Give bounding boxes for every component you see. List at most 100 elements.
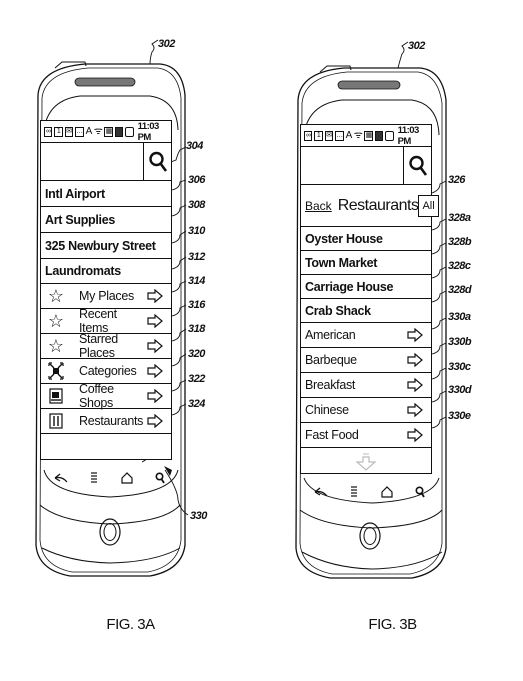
menu-item-recent-items[interactable]: ☆ Recent Items [41,307,171,335]
ref-label-326: 326 [448,174,465,186]
back-icon [54,473,67,483]
home-button[interactable] [378,483,396,501]
ref-label-330c: 330c [448,361,471,373]
back-button[interactable] [52,469,70,487]
back-button[interactable] [312,483,330,501]
subcategory-item[interactable]: Fast Food [301,423,431,448]
font-icon: A [85,125,93,137]
ref-label-310: 310 [188,225,205,237]
battery-icon [385,130,394,141]
ref-label-328a: 328a [448,212,471,224]
ref-label-324: 324 [188,398,205,410]
bottom-nav [304,482,436,502]
all-button[interactable]: All [418,194,439,217]
menu-item-label: Recent Items [79,307,117,335]
ref-label-312: 312 [188,251,205,263]
font-icon: A [345,129,353,141]
chat-icon: … [75,126,84,137]
subcategory-item[interactable]: Chinese [301,398,431,423]
search-input[interactable] [43,145,141,178]
ref-label-330d: 330d [448,384,472,396]
subcategory-label: Fast Food [305,428,359,442]
recent-item[interactable]: Laundromats [41,259,171,284]
ref-label-302: 302 [408,40,425,52]
search-nav-button[interactable] [411,483,429,501]
ref-label-322: 322 [188,373,205,385]
recent-item[interactable]: 325 Newbury Street [41,233,171,259]
clock: 11:03 PM [137,120,160,143]
menu-item-label: Coffee Shops [79,382,114,410]
home-icon [380,486,393,498]
voicemail-icon: ∞ [44,126,53,137]
menu-item-label: Restaurants [79,414,144,428]
bottom-nav [44,468,176,488]
place-item[interactable]: Oyster House [301,227,431,251]
menu-item-label: Starred Places [79,332,118,360]
figure-3b: 302 326 328a 328b 328c 328d 330a 330b 33… [262,0,523,681]
subcategory-item[interactable]: American [301,323,431,348]
clock: 11:03 PM [397,124,420,147]
speaker-grill [74,77,136,87]
search-icon [408,155,427,176]
menu-item-my-places[interactable]: ☆ My Places [41,284,171,309]
recent-item-label: 325 Newbury Street [45,238,156,253]
menu-item-restaurants[interactable]: Restaurants [41,409,171,434]
ref-label-320: 320 [188,348,205,360]
recent-item-label: Intl Airport [45,186,105,201]
menu-item-coffee-shops[interactable]: Coffee Shops [41,382,171,410]
battery-icon [125,126,134,137]
recent-item[interactable]: Intl Airport [41,181,171,207]
coffee-icon [45,386,67,406]
subcategory-item[interactable]: Barbeque [301,348,431,373]
search-nav-button[interactable] [151,469,169,487]
ref-label-308: 308 [188,199,205,211]
arrow-right-icon [405,426,425,444]
home-hardware-button [99,518,121,546]
place-item[interactable]: Carriage House [301,275,431,299]
ref-label-318: 318 [188,323,205,335]
wifi-icon: ᯤ [353,129,363,141]
place-item[interactable]: Town Market [301,251,431,275]
signal-icon [114,126,124,137]
status-bar: ∞ 1 ✉ … A ᯤ ▦ 11:03 PM [41,121,171,143]
search-input[interactable] [303,149,401,182]
subcategory-label: Chinese [305,403,349,417]
ref-label-330e: 330e [448,410,471,422]
arrow-right-icon [145,387,165,405]
menu-item-label: Categories [79,364,137,378]
subcategory-item[interactable]: Breakfast [301,373,431,398]
arrow-right-icon [145,337,165,355]
scroll-down-indicator[interactable] [355,453,377,476]
signal-icon [374,130,384,141]
chat-icon: … [335,130,344,141]
recent-item-label: Art Supplies [45,212,116,227]
menu-button[interactable] [85,469,103,487]
place-item[interactable]: Crab Shack [301,299,431,323]
arrow-right-icon [405,401,425,419]
menu-item-starred-places[interactable]: ☆ Starred Places [41,332,171,360]
mail-icon: ✉ [324,130,334,141]
menu-icon [350,486,357,497]
search-button[interactable] [403,147,431,184]
star-icon: ☆ [47,310,65,331]
recent-item[interactable]: Art Supplies [41,207,171,233]
figure-caption: FIG. 3A [106,616,155,633]
network-icon: ▦ [104,126,113,137]
arrow-right-icon [145,412,165,430]
phone-screen: ∞ 1 ✉ … A ᯤ ▦ 11:03 PM Intl Airport Art … [40,120,172,460]
search-bar [41,143,171,181]
place-item-label: Town Market [305,255,378,270]
categories-icon [45,361,67,381]
search-button[interactable] [143,143,171,180]
network-icon: ▦ [364,130,373,141]
back-icon [314,487,327,497]
mail-icon: ✉ [64,126,74,137]
back-link[interactable]: Back [305,199,332,213]
arrow-right-icon [405,376,425,394]
subcategory-label: Breakfast [305,378,356,392]
fork-knife-icon [45,411,67,431]
ref-label-306: 306 [188,174,205,186]
menu-button[interactable] [345,483,363,501]
menu-item-categories[interactable]: Categories [41,359,171,384]
home-button[interactable] [118,469,136,487]
